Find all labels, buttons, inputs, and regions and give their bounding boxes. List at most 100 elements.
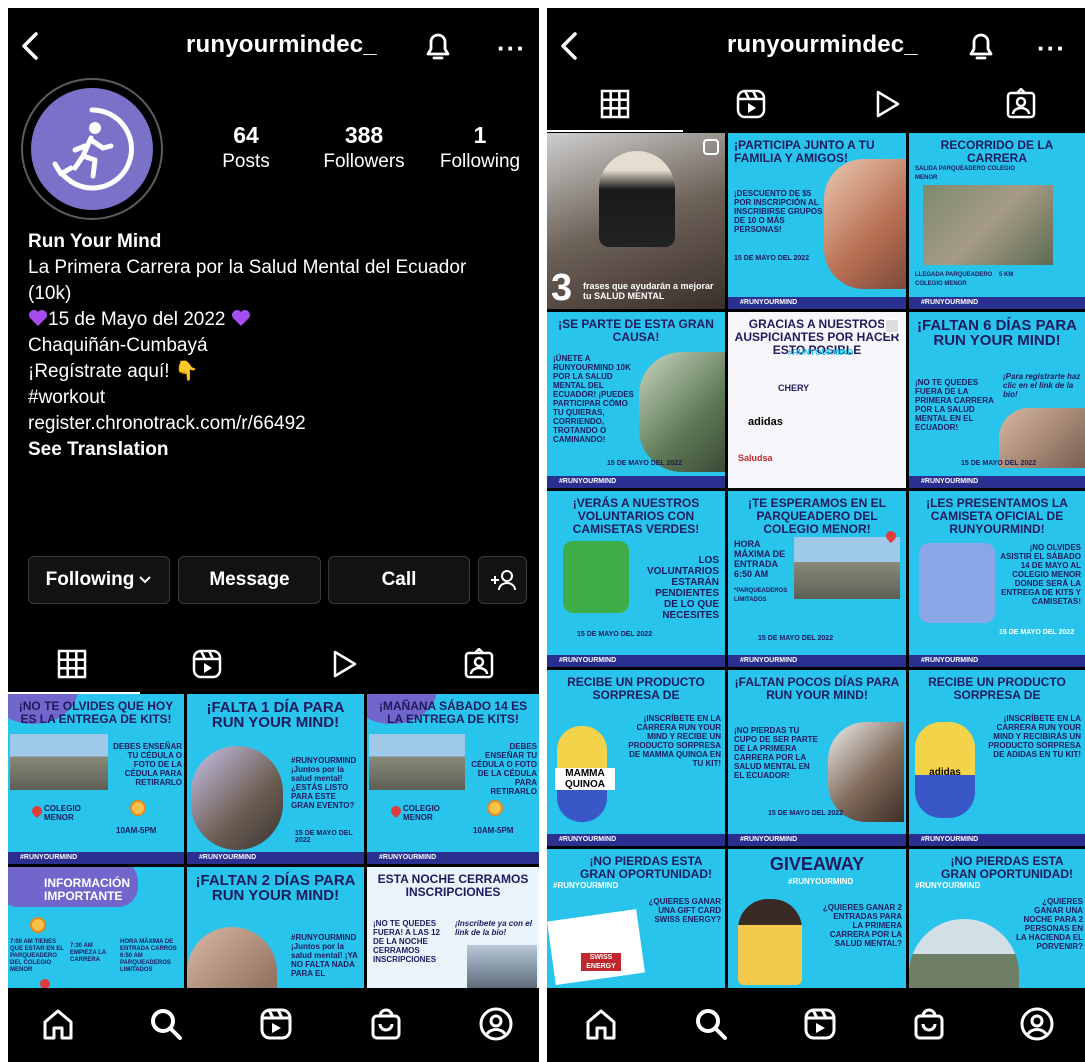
suggest-people-button[interactable] [478, 556, 527, 604]
username-title: runyourmindec_ [186, 31, 377, 58]
post-thumbnail[interactable]: GRACIAS A NUESTROS AUSPICIANTES POR HACE… [728, 312, 906, 488]
post-headline: RECIBE UN PRODUCTO SORPRESA DE [928, 675, 1066, 702]
grid-icon[interactable] [599, 88, 631, 120]
post-body: ¡Para registrarte haz clic en el link de… [1003, 372, 1081, 399]
bio-hashtag[interactable]: #workout [28, 385, 528, 411]
post-body: LOS VOLUNTARIOS ESTARÁN PENDIENTES DE LO… [646, 555, 719, 621]
post-thumbnail[interactable]: RECIBE UN PRODUCTO SORPRESA DE MAMMA QUI… [547, 670, 725, 846]
post-time: 10AM-5PM [116, 826, 157, 835]
post-hashtag: #RUNYOURMIND [788, 877, 854, 886]
post-thumbnail[interactable]: ¡NO PIERDAS ESTA GRAN OPORTUNIDAD! #RUNY… [909, 849, 1085, 988]
post-hashtag: #RUNYOURMIND [788, 348, 854, 357]
message-button-label: Message [209, 569, 290, 590]
avatar-logo [31, 88, 153, 210]
search-icon[interactable] [693, 1006, 729, 1042]
bio-register: ¡Regístrate aquí! 👇 [28, 361, 199, 382]
reels-nav-icon[interactable] [802, 1006, 838, 1042]
post-footer: #RUNYOURMIND [187, 852, 364, 864]
post-body: ¿QUIERES GANAR 2 ENTRADAS PARA LA PRIMER… [822, 903, 902, 948]
post-footer: #RUNYOURMIND [547, 476, 725, 488]
call-button[interactable]: Call [328, 556, 470, 604]
post-thumbnail[interactable]: ¡SE PARTE DE ESTA GRAN CAUSA! ¡ÚNETE A R… [547, 312, 725, 488]
stat-following[interactable]: 1 Following [433, 122, 527, 173]
post-headline: ¡FALTAN POCOS DÍAS PARA RUN YOUR MIND! [734, 675, 900, 702]
post-thumbnail[interactable]: ¡LES PRESENTAMOS LA CAMISETA OFICIAL DE … [909, 491, 1085, 667]
sponsor-logo: adidas [748, 416, 783, 428]
username-title: runyourmindec_ [727, 31, 918, 58]
post-body: DEBES ENSEÑAR TU CÉDULA O FOTO DE LA CÉD… [113, 742, 182, 787]
sponsor-logo: Saludsa [738, 453, 773, 463]
profile-icon[interactable] [1019, 1006, 1055, 1042]
profile-icon[interactable] [478, 1006, 514, 1042]
call-button-label: Call [381, 569, 417, 590]
reels-icon[interactable] [735, 88, 767, 120]
avatar[interactable] [21, 78, 163, 220]
profile-screen: runyourmindec_ ··· 64 Posts 388 Follower… [8, 8, 539, 1062]
post-footer: #RUNYOURMIND [909, 655, 1085, 667]
back-icon[interactable] [16, 28, 46, 64]
posts-grid: ¡NO TE OLVIDES QUE HOY ES LA ENTREGA DE … [8, 694, 539, 997]
back-icon[interactable] [555, 28, 585, 64]
post-place: COLEGIO MENOR [44, 804, 81, 822]
post-thumbnail[interactable]: ¡FALTAN 2 DÍAS PARA RUN YOUR MIND! #RUNY… [187, 867, 364, 997]
post-thumbnail[interactable]: ¡TE ESPERAMOS EN EL PARQUEADERO DEL COLE… [728, 491, 906, 667]
post-thumbnail[interactable]: ¡VERÁS A NUESTROS VOLUNTARIOS CON CAMISE… [547, 491, 725, 667]
post-thumbnail[interactable]: INFORMACIÓN IMPORTANTE 7:00 AM TIENES QU… [8, 867, 184, 997]
post-thumbnail[interactable]: ¡FALTAN POCOS DÍAS PARA RUN YOUR MIND! ¡… [728, 670, 906, 846]
post-thumbnail[interactable]: RECORRIDO DE LA CARRERA SALIDA PARQUEADE… [909, 133, 1085, 309]
more-icon[interactable]: ··· [1037, 33, 1066, 64]
bell-icon[interactable] [422, 28, 454, 64]
reels-nav-icon[interactable] [258, 1006, 294, 1042]
bell-icon[interactable] [965, 28, 997, 64]
post-thumbnail[interactable]: ¡PARTICIPA JUNTO A TU FAMILIA Y AMIGOS! … [728, 133, 906, 309]
add-person-icon [490, 570, 516, 591]
shop-icon[interactable] [368, 1006, 404, 1042]
post-body: ¿QUIERES GANAR UNA NOCHE PARA 2 PERSONAS… [1016, 897, 1083, 951]
post-thumbnail[interactable]: ESTA NOCHE CERRAMOS INSCRIPCIONES ¡NO TE… [367, 867, 539, 997]
post-footer: #RUNYOURMIND [909, 297, 1085, 309]
more-icon[interactable]: ··· [497, 33, 526, 64]
post-distance: 5 KM [999, 272, 1014, 278]
post-date: 15 DE MAYO DEL 2022 [295, 830, 353, 844]
home-icon[interactable] [583, 1006, 619, 1042]
post-body: 7:30 AM EMPIEZA LA CARRERA [70, 943, 106, 963]
post-thumbnail[interactable]: ¡NO TE OLVIDES QUE HOY ES LA ENTREGA DE … [8, 694, 184, 864]
shop-icon[interactable] [911, 1006, 947, 1042]
post-body: SALIDA PARQUEADERO COLEGIO MENOR [915, 166, 1016, 181]
following-button[interactable]: Following [28, 556, 170, 604]
post-body: ¡NO TE QUEDES FUERA! A LAS 12 DE LA NOCH… [373, 919, 440, 964]
post-footer: #RUNYOURMIND [367, 852, 539, 864]
post-body: ¡NO OLVIDES ASISTIR EL SÁBADO 14 DE MAYO… [1000, 543, 1081, 606]
bottom-nav [8, 988, 539, 1062]
grid-icon[interactable] [56, 648, 88, 680]
post-thumbnail[interactable]: ¡FALTA 1 DÍA PARA RUN YOUR MIND! #RUNYOU… [187, 694, 364, 864]
post-thumbnail[interactable]: GIVEAWAY #RUNYOURMIND ¿QUIERES GANAR 2 E… [728, 849, 906, 988]
play-icon[interactable] [871, 88, 903, 120]
post-thumbnail[interactable]: ¡NO PIERDAS ESTA GRAN OPORTUNIDAD! #RUNY… [547, 849, 725, 988]
post-thumbnail[interactable]: RECIBE UN PRODUCTO SORPRESA DE adidas ¡I… [909, 670, 1085, 846]
see-translation-link[interactable]: See Translation [28, 437, 528, 463]
post-date: 15 DE MAYO DEL 2022 [577, 631, 653, 638]
post-body: frases que ayudarán a mejorar tu SALUD M… [583, 281, 714, 301]
play-icon[interactable] [328, 648, 360, 680]
purple-heart-icon [231, 310, 250, 326]
post-body: *PARQUEADEROS LIMITADOS [734, 588, 788, 603]
stat-followers[interactable]: 388 Followers [316, 122, 412, 173]
stat-posts[interactable]: 64 Posts [216, 122, 276, 173]
tagged-icon[interactable] [463, 648, 495, 680]
post-headline: ¡NO PIERDAS ESTA GRAN OPORTUNIDAD! [580, 854, 712, 881]
bio-link[interactable]: register.chronotrack.com/r/66492 [28, 411, 528, 437]
post-headline: ¡FALTA 1 DÍA PARA RUN YOUR MIND! [206, 699, 345, 731]
bio-line: (10k) [28, 283, 72, 304]
carousel-badge-icon [884, 318, 900, 334]
reel-thumbnail[interactable]: 3 frases que ayudarán a mejorar tu SALUD… [547, 133, 725, 309]
message-button[interactable]: Message [178, 556, 321, 604]
post-headline: ¡SE PARTE DE ESTA GRAN CAUSA! [558, 317, 714, 344]
post-thumbnail[interactable]: ¡FALTAN 6 DÍAS PARA RUN YOUR MIND! ¡NO T… [909, 312, 1085, 488]
reels-icon[interactable] [191, 648, 223, 680]
home-icon[interactable] [40, 1006, 76, 1042]
search-icon[interactable] [148, 1006, 184, 1042]
tagged-icon[interactable] [1005, 88, 1037, 120]
bio-line: La Primera Carrera por la Salud Mental d… [28, 257, 467, 278]
post-thumbnail[interactable]: ¡MAÑANA SÁBADO 14 ES LA ENTREGA DE KITS!… [367, 694, 539, 864]
